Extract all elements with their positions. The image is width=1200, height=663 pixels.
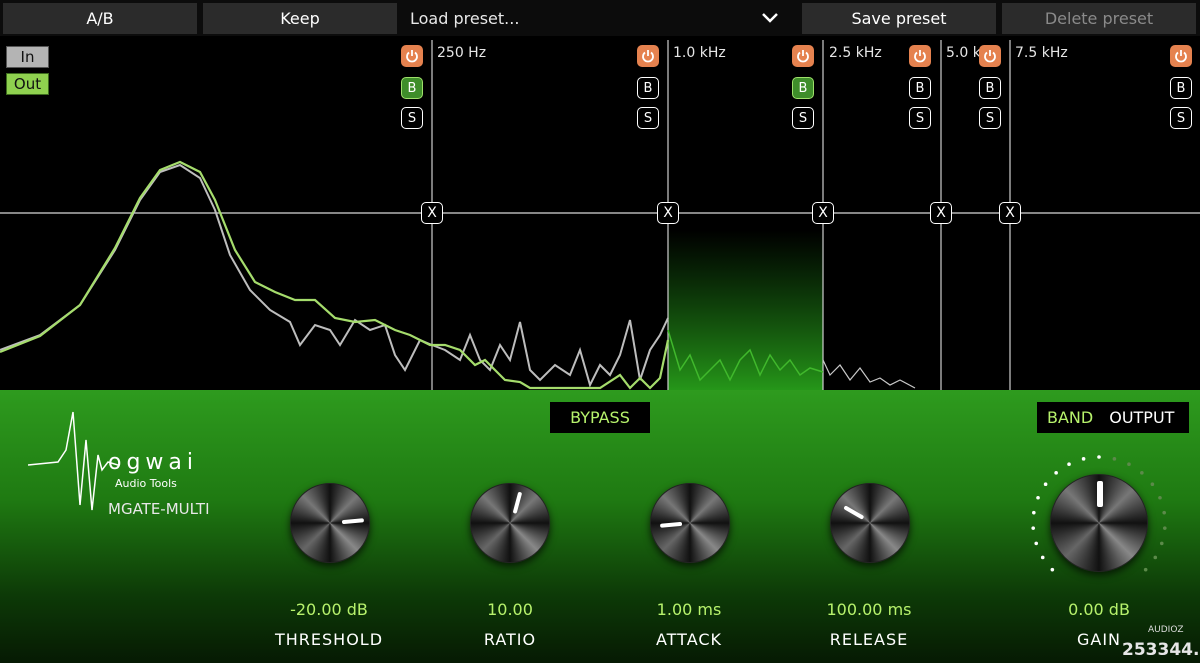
band-view-option[interactable]: BAND — [1047, 408, 1093, 427]
gain-scale-dot — [1034, 541, 1039, 546]
band-frequency-label: 7.5 kHz — [1015, 45, 1068, 61]
output-view-option[interactable]: OUTPUT — [1109, 408, 1174, 427]
bypass-band-button[interactable]: B — [909, 77, 931, 99]
ab-button[interactable]: A/B — [3, 3, 197, 34]
band-controls: BS — [637, 45, 659, 129]
band-controls: BS — [1170, 45, 1192, 129]
save-preset-button[interactable]: Save preset — [802, 3, 996, 34]
threshold-label: THRESHOLD — [274, 630, 384, 649]
threshold-value: -20.00 dB — [290, 600, 368, 619]
gain-scale-dot — [1040, 555, 1045, 560]
gain-scale-dot — [1127, 462, 1131, 466]
band-controls: BS — [979, 45, 1001, 129]
power-icon[interactable] — [637, 45, 659, 67]
solo-band-button[interactable]: S — [637, 107, 659, 129]
gain-scale-dot — [1159, 541, 1164, 546]
band-frequency-label: 1.0 kHz — [673, 45, 726, 61]
plugin-model-name: MGATE-MULTI — [108, 500, 210, 518]
logo-waveform-icon — [28, 411, 118, 511]
release-knob[interactable] — [830, 483, 910, 563]
band-frequency-label: 2.5 kHz — [829, 45, 882, 61]
band-controls: BS — [792, 45, 814, 129]
band-controls: BS — [909, 45, 931, 129]
solo-band-button[interactable]: S — [1170, 107, 1192, 129]
logo-name: ogwai — [108, 450, 199, 475]
solo-band-button[interactable]: S — [401, 107, 423, 129]
crossover-handle[interactable]: X — [930, 202, 952, 224]
in-button[interactable]: In — [6, 46, 49, 68]
gain-scale-dot — [1158, 495, 1162, 500]
gain-scale-dot — [1097, 455, 1101, 459]
gain-scale-dot — [1162, 510, 1166, 515]
crossover-handle[interactable]: X — [421, 202, 443, 224]
chevron-down-icon[interactable] — [760, 9, 780, 25]
delete-preset-button[interactable]: Delete preset — [1002, 3, 1196, 34]
toolbar: A/B Keep Load preset... Save preset Dele… — [0, 0, 1200, 36]
gain-scale-dot — [1036, 495, 1040, 500]
band-frequency-label: 250 Hz — [437, 45, 487, 61]
crossover-handle[interactable]: X — [812, 202, 834, 224]
gain-scale-dot — [1153, 555, 1158, 560]
power-icon[interactable] — [1170, 45, 1192, 67]
gain-value: 0.00 dB — [1068, 600, 1130, 619]
ratio-value: 10.00 — [487, 600, 533, 619]
band-activity-glow — [668, 230, 823, 391]
release-label: RELEASE — [829, 630, 909, 649]
attack-label: ATTACK — [655, 630, 723, 649]
bypass-band-button[interactable]: B — [401, 77, 423, 99]
bypass-band-button[interactable]: B — [637, 77, 659, 99]
attack-value: 1.00 ms — [656, 600, 722, 619]
solo-band-button[interactable]: S — [979, 107, 1001, 129]
power-icon[interactable] — [979, 45, 1001, 67]
keep-button[interactable]: Keep — [203, 3, 397, 34]
bypass-band-button[interactable]: B — [979, 77, 1001, 99]
band-controls: BS — [401, 45, 423, 129]
ratio-label: RATIO — [483, 630, 537, 649]
high-band-spectrum-curve — [822, 359, 916, 389]
solo-band-button[interactable]: S — [792, 107, 814, 129]
gain-scale-dot — [1081, 457, 1086, 461]
bypass-band-button[interactable]: B — [1170, 77, 1192, 99]
power-icon[interactable] — [792, 45, 814, 67]
out-button[interactable]: Out — [6, 73, 49, 95]
power-icon[interactable] — [909, 45, 931, 67]
gain-scale-dot — [1043, 482, 1048, 487]
gain-scale-dot — [1067, 462, 1071, 466]
crossover-handle[interactable]: X — [999, 202, 1021, 224]
gain-scale-dot — [1031, 526, 1036, 530]
release-value: 100.00 ms — [826, 600, 912, 619]
bypass-band-button[interactable]: B — [792, 77, 814, 99]
gain-scale-dot — [1112, 457, 1117, 461]
solo-band-button[interactable]: S — [909, 107, 931, 129]
gain-scale-dot — [1162, 526, 1167, 530]
logo-subtitle: Audio Tools — [115, 477, 177, 490]
preset-dropdown-label: Load preset... — [410, 9, 520, 28]
gain-scale-dot — [1032, 510, 1036, 515]
threshold-knob[interactable] — [290, 483, 370, 563]
input-spectrum-curve — [0, 163, 669, 388]
power-icon[interactable] — [401, 45, 423, 67]
gain-scale-dot — [1150, 482, 1155, 487]
watermark-brand: AUDIOZ — [1148, 625, 1184, 635]
bypass-button[interactable]: BYPASS — [550, 402, 650, 433]
watermark-site: 253344.NET — [1122, 640, 1200, 660]
view-toggle[interactable]: BAND OUTPUT — [1037, 402, 1189, 433]
gain-knob[interactable] — [1050, 474, 1148, 572]
crossover-handle[interactable]: X — [657, 202, 679, 224]
preset-dropdown[interactable]: Load preset... — [398, 3, 798, 34]
ratio-knob[interactable] — [470, 483, 550, 563]
attack-knob[interactable] — [650, 483, 730, 563]
